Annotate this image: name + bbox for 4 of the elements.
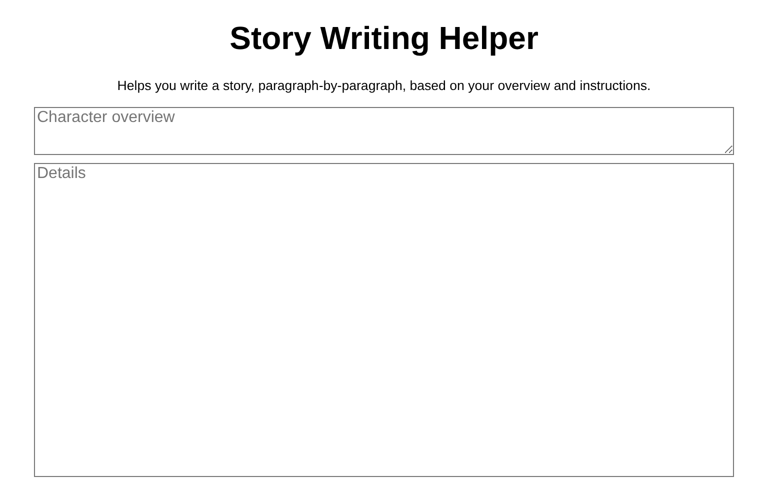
details-field[interactable]: Details (34, 163, 734, 477)
overview-field[interactable]: Character overview (34, 107, 734, 155)
page-title: Story Writing Helper (228, 20, 540, 57)
description-text: Helps you write a story, paragraph-by-paragraph, based on your overview and instructions. (116, 78, 652, 94)
